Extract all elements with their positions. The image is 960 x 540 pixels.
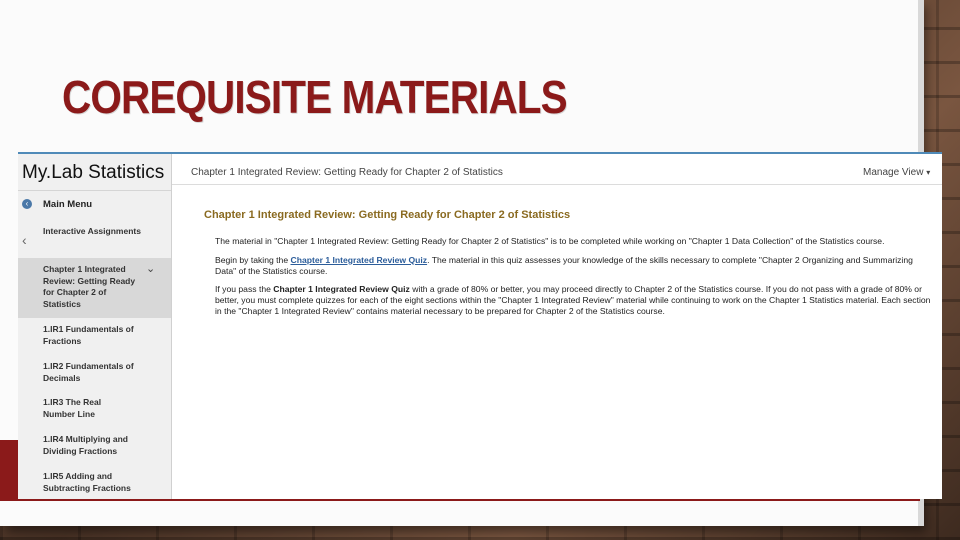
- sidebar-item-ir4[interactable]: 1.IR4 Multiplying and Dividing Fractions: [18, 434, 171, 466]
- sidebar-item-label: Chapter 1 Integrated Review: Getting Rea…: [43, 264, 136, 309]
- sidebar-item-label: 1.IR2 Fundamentals of Decimals: [43, 361, 134, 383]
- intro-paragraph: The material in "Chapter 1 Integrated Re…: [215, 236, 885, 246]
- sidebar-item-label: 1.IR3 The Real Number Line: [43, 397, 102, 419]
- sidebar-item-label: 1.IR5 Adding and Subtracting Fractions: [43, 471, 131, 493]
- brand-logo: My.Lab Statistics: [22, 162, 165, 183]
- sidebar-item-label: Interactive Assignments: [43, 226, 141, 236]
- text-span: Begin by taking the: [215, 254, 291, 265]
- manage-view-label: Manage View: [863, 167, 924, 178]
- grade-paragraph: If you pass the Chapter 1 Integrated Rev…: [215, 284, 933, 316]
- sidebar-item-label: 1.IR4 Multiplying and Dividing Fractions: [43, 434, 129, 456]
- sidebar-item-interactive-assignments[interactable]: Interactive Assignments: [18, 226, 171, 258]
- quiz-link[interactable]: Chapter 1 Integrated Review Quiz: [291, 255, 428, 265]
- sidebar-item-ir3[interactable]: 1.IR3 The Real Number Line: [18, 397, 171, 429]
- sidebar-item-ir2[interactable]: 1.IR2 Fundamentals of Decimals: [18, 361, 171, 393]
- page-title: Chapter 1 Integrated Review: Getting Rea…: [204, 209, 571, 221]
- quiz-name-bold: Chapter 1 Integrated Review Quiz: [273, 284, 410, 295]
- caret-down-icon: ▾: [926, 168, 931, 177]
- back-arrow-icon[interactable]: ‹: [22, 199, 32, 209]
- content-area: Chapter 1 Integrated Review: Getting Rea…: [204, 209, 930, 325]
- quiz-paragraph: Begin by taking the Chapter 1 Integrated…: [215, 255, 933, 277]
- red-accent-bar: [0, 440, 18, 500]
- sidebar-item-chapter-1-review[interactable]: Chapter 1 Integrated Review: Getting Rea…: [18, 258, 171, 318]
- manage-view-dropdown[interactable]: Manage View ▾: [863, 167, 930, 178]
- sidebar-item-ir5[interactable]: 1.IR5 Adding and Subtracting Fractions: [18, 471, 171, 499]
- sidebar: My.Lab Statistics ‹ Main Menu ‹ Interact…: [18, 154, 172, 499]
- divider: [18, 190, 171, 191]
- sidebar-item-label: 1.IR1 Fundamentals of Fractions: [43, 324, 134, 346]
- top-bar: Chapter 1 Integrated Review: Getting Rea…: [172, 154, 942, 185]
- text-span: If you pass the: [215, 284, 274, 295]
- breadcrumb: Chapter 1 Integrated Review: Getting Rea…: [191, 167, 503, 178]
- mylab-screenshot: My.Lab Statistics ‹ Main Menu ‹ Interact…: [18, 152, 942, 499]
- main-menu-link[interactable]: Main Menu: [43, 199, 92, 210]
- slide-title: COREQUISITE MATERIALS: [62, 71, 568, 123]
- chevron-down-icon[interactable]: ⌄: [146, 263, 155, 276]
- sidebar-item-ir1[interactable]: 1.IR1 Fundamentals of Fractions: [18, 324, 171, 356]
